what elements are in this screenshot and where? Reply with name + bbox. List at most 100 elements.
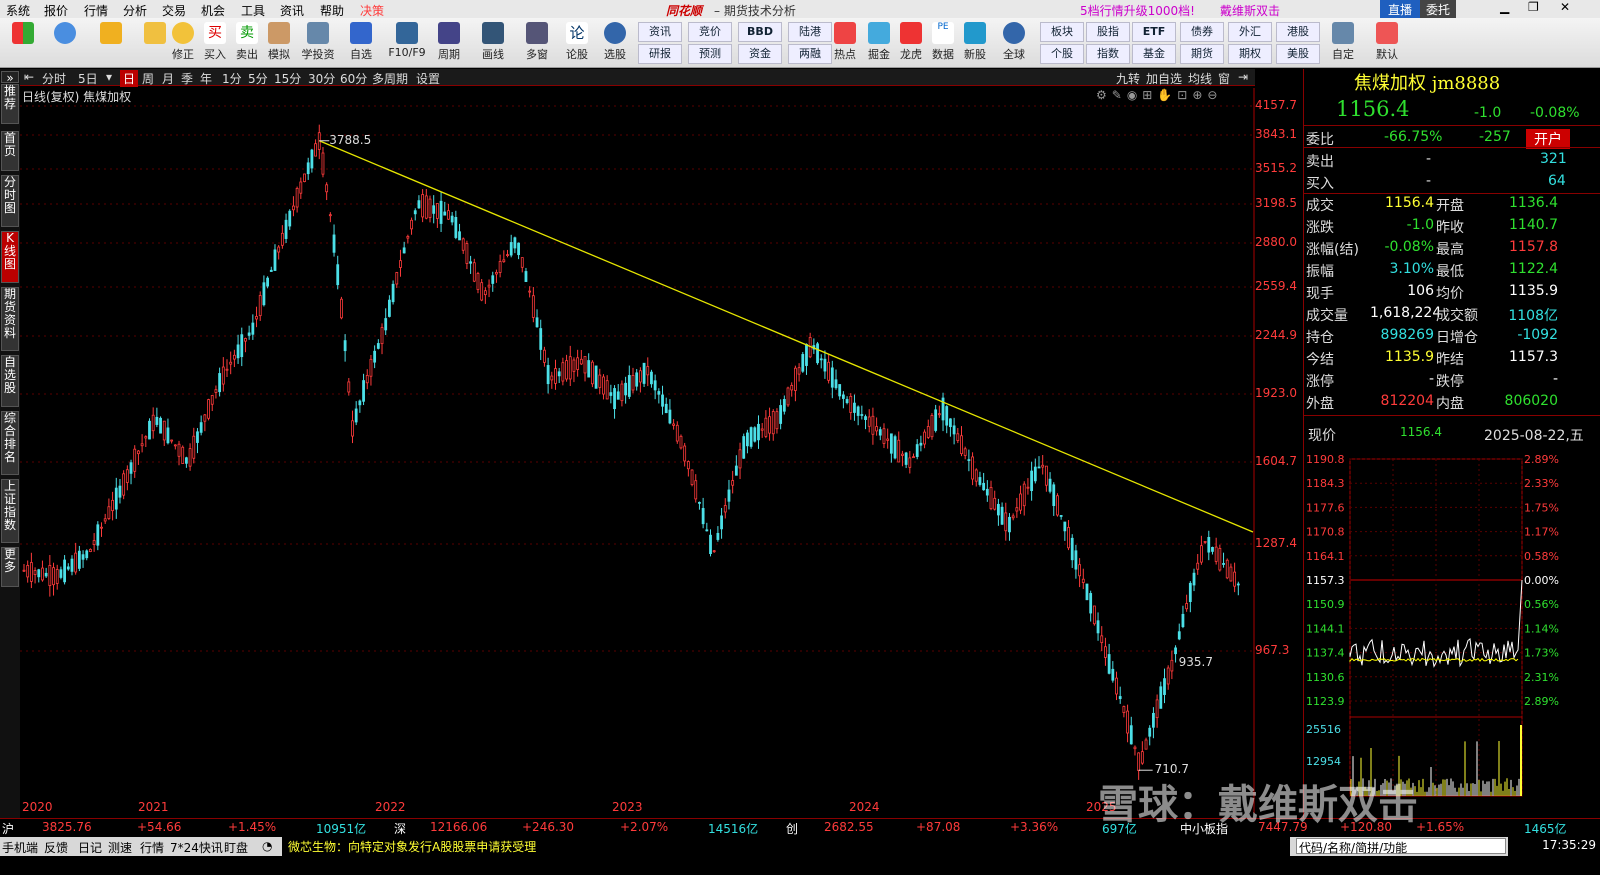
menu-opportunity[interactable]: 机会 (201, 2, 225, 19)
toolbar-global[interactable]: 全球 (994, 20, 1034, 66)
nav-collapse-icon[interactable]: » (1, 71, 19, 85)
toolbar-learn[interactable]: 学投资 (298, 20, 338, 66)
quick-options[interactable]: 期权 (1228, 44, 1272, 64)
quick-hk-stock[interactable]: 港股 (1276, 22, 1320, 42)
period-year[interactable]: 年 (200, 70, 212, 87)
chevron-down-icon[interactable]: ▾ (106, 70, 112, 84)
period-timeshare[interactable]: 分时 (42, 70, 66, 87)
quick-sector[interactable]: 板块 (1040, 22, 1084, 42)
menu-news[interactable]: 资讯 (280, 2, 304, 19)
quick-forecast[interactable]: 预测 (688, 44, 732, 64)
live-button[interactable]: 直播 (1380, 0, 1421, 19)
toolbar-dig[interactable]: 掘金 (862, 20, 896, 66)
window-button[interactable]: 窗 (1218, 70, 1230, 87)
nav-home[interactable]: 首页 (1, 131, 19, 171)
toolbar-custom[interactable]: 自定 (1326, 20, 1360, 66)
chat-icon[interactable]: ◔ (262, 839, 272, 853)
bottom-mobile[interactable]: 手机端 (2, 839, 38, 856)
quick-index-futures[interactable]: 股指 (1086, 22, 1130, 42)
nav-watchlist[interactable]: 自选股 (1, 355, 19, 407)
toolbar-dragon[interactable]: 龙虎 (894, 20, 928, 66)
next-icon[interactable]: ⇥ (1238, 70, 1248, 84)
toolbar-ipo[interactable]: 新股 (958, 20, 992, 66)
menu-quote[interactable]: 报价 (44, 2, 68, 19)
quick-auction[interactable]: 竞价 (688, 22, 732, 42)
nav-kline[interactable]: K线图 (1, 231, 19, 283)
period-60min[interactable]: 60分 (340, 70, 367, 87)
open-account-button[interactable]: 开户 (1526, 129, 1570, 149)
quick-us-stock[interactable]: 美股 (1276, 44, 1320, 64)
period-month[interactable]: 月 (162, 70, 174, 87)
period-5min[interactable]: 5分 (248, 70, 268, 87)
period-day[interactable]: 日 (120, 70, 139, 87)
period-15min[interactable]: 15分 (274, 70, 301, 87)
menu-trade[interactable]: 交易 (162, 2, 186, 19)
nav-recommend[interactable]: 推荐 (1, 84, 19, 124)
period-multi[interactable]: 多周期 (372, 70, 408, 87)
commission-button[interactable]: 委托 (1420, 0, 1457, 19)
toolbar-fix[interactable]: 修正 (166, 20, 200, 66)
bottom-watch[interactable]: 盯盘 (224, 839, 248, 856)
period-settings[interactable]: 设置 (416, 70, 440, 87)
toolbar-multiwindow[interactable]: 多窗 (520, 20, 554, 66)
nine-turn-button[interactable]: 九转 (1116, 70, 1140, 87)
period-1min[interactable]: 1分 (222, 70, 242, 87)
minimize-icon[interactable]: ▁ (1500, 0, 1509, 14)
quick-bbd[interactable]: BBD (738, 22, 782, 42)
kline-chart[interactable]: 日线(复权) 焦煤加权 ⚙✎◉⊞✋⊡⊕⊖ 3788.5 710.7 935.7 (20, 88, 1255, 813)
news-ticker[interactable]: 微芯生物：向特定对象发行A股股票申请获受理 (282, 837, 1290, 856)
bottom-market[interactable]: 行情 (140, 839, 164, 856)
period-week[interactable]: 周 (142, 70, 154, 87)
quick-fund-flow[interactable]: 资金 (738, 44, 782, 64)
quick-single-stock[interactable]: 个股 (1040, 44, 1084, 64)
restore-icon[interactable]: ❐ (1528, 0, 1539, 14)
prev-icon[interactable]: ⇤ (24, 70, 34, 84)
quick-forex[interactable]: 外汇 (1228, 22, 1272, 42)
nav-timeshare[interactable]: 分时图 (1, 175, 19, 227)
toolbar-period[interactable]: 周期 (432, 20, 466, 66)
period-30min[interactable]: 30分 (308, 70, 335, 87)
robot-button[interactable] (48, 20, 82, 66)
menu-analysis[interactable]: 分析 (123, 2, 147, 19)
bottom-feedback[interactable]: 反馈 (44, 839, 68, 856)
bottom-speedtest[interactable]: 测速 (108, 839, 132, 856)
toolbar-buy[interactable]: 买买入 (198, 20, 232, 66)
bottom-diary[interactable]: 日记 (78, 839, 102, 856)
username[interactable]: 戴维斯双击 (1220, 2, 1280, 19)
intraday-mini-chart[interactable]: 1190.8 2.89% 1184.3 2.33% 1177.6 1.75% 1170.8 1… (1304, 455, 1600, 800)
nav-more[interactable]: 更多 (1, 547, 19, 587)
quick-news[interactable]: 资讯 (638, 22, 682, 42)
quick-futures[interactable]: 期货 (1180, 44, 1224, 64)
back-arrow-button[interactable] (94, 20, 128, 66)
bottom-flash-news[interactable]: 7*24快讯 (170, 839, 223, 856)
promo-link[interactable]: 5档行情升级1000档! (1080, 2, 1195, 19)
menu-market[interactable]: 行情 (84, 2, 108, 19)
quick-bond[interactable]: 债券 (1180, 22, 1224, 42)
quick-index[interactable]: 指数 (1086, 44, 1130, 64)
menu-system[interactable]: 系统 (6, 2, 30, 19)
toolbar-draw[interactable]: 画线 (476, 20, 510, 66)
ma-button[interactable]: 均线 (1188, 70, 1212, 87)
add-watchlist-button[interactable]: 加自选 (1146, 70, 1182, 87)
quick-fund[interactable]: 基金 (1132, 44, 1176, 64)
quick-research[interactable]: 研报 (638, 44, 682, 64)
nav-sh-index[interactable]: 上证指数 (1, 479, 19, 543)
quick-hk-connect[interactable]: 陆港 (788, 22, 832, 42)
close-icon[interactable]: ✕ (1560, 0, 1570, 14)
period-quarter[interactable]: 季 (181, 70, 193, 87)
menu-tools[interactable]: 工具 (241, 2, 265, 19)
quick-etf[interactable]: ETF (1132, 22, 1176, 42)
menu-help[interactable]: 帮助 (320, 2, 344, 19)
toolbar-screener[interactable]: 选股 (598, 20, 632, 66)
toolbar-simulate[interactable]: 模拟 (262, 20, 296, 66)
period-5day[interactable]: 5日 (78, 70, 98, 87)
toolbar-sell[interactable]: 卖卖出 (230, 20, 264, 66)
menu-decision[interactable]: 决策 (360, 2, 384, 19)
nav-futures-info[interactable]: 期货资料 (1, 287, 19, 351)
toolbar-forum[interactable]: 论论股 (560, 20, 594, 66)
search-input[interactable]: 代码/名称/简拼/功能 (1296, 838, 1506, 855)
toolbar-watchlist[interactable]: 自选 (344, 20, 378, 66)
quick-margin[interactable]: 两融 (788, 44, 832, 64)
toolbar-data[interactable]: PE 数据 (926, 20, 960, 66)
toolbar-default[interactable]: 默认 (1370, 20, 1404, 66)
